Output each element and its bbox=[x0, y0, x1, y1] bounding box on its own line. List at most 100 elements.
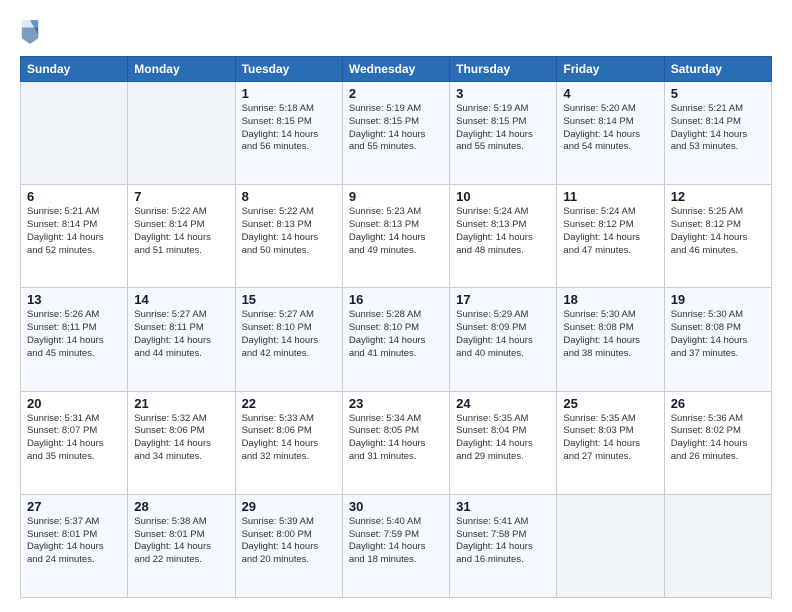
calendar-cell: 31 Sunrise: 5:41 AM Sunset: 7:58 PM Dayli… bbox=[450, 494, 557, 597]
weekday-header-friday: Friday bbox=[557, 57, 664, 82]
day-number: 24 bbox=[456, 396, 550, 411]
day-number: 5 bbox=[671, 86, 765, 101]
day-number: 9 bbox=[349, 189, 443, 204]
cell-info: Sunrise: 5:23 AM Sunset: 8:13 PM Dayligh… bbox=[349, 206, 443, 257]
calendar-cell bbox=[557, 494, 664, 597]
cell-info: Sunrise: 5:34 AM Sunset: 8:05 PM Dayligh… bbox=[349, 413, 443, 464]
calendar-cell: 10Sunrise: 5:24 AM Sunset: 8:13 PM Dayli… bbox=[450, 185, 557, 288]
cell-info: Sunrise: 5:21 AM Sunset: 8:14 PM Dayligh… bbox=[671, 103, 765, 154]
day-number: 22 bbox=[242, 396, 336, 411]
cell-info: Sunrise: 5:27 AM Sunset: 8:10 PM Dayligh… bbox=[242, 309, 336, 360]
day-number: 19 bbox=[671, 292, 765, 307]
cell-info: Sunrise: 5:39 AM Sunset: 8:00 PM Dayligh… bbox=[242, 516, 336, 567]
cell-info: Sunrise: 5:20 AM Sunset: 8:14 PM Dayligh… bbox=[563, 103, 657, 154]
calendar-cell: 25 Sunrise: 5:35 AM Sunset: 8:03 PM Dayli… bbox=[557, 391, 664, 494]
day-number: 27 bbox=[27, 499, 121, 514]
day-number: 3 bbox=[456, 86, 550, 101]
day-number: 31 bbox=[456, 499, 550, 514]
calendar-cell: 29 Sunrise: 5:39 AM Sunset: 8:00 PM Dayli… bbox=[235, 494, 342, 597]
day-number: 25 bbox=[563, 396, 657, 411]
cell-info: Sunrise: 5:41 AM Sunset: 7:58 PM Dayligh… bbox=[456, 516, 550, 567]
calendar-week-row: 20Sunrise: 5:31 AM Sunset: 8:07 PM Dayli… bbox=[21, 391, 772, 494]
calendar-cell: 3Sunrise: 5:19 AM Sunset: 8:15 PM Daylig… bbox=[450, 82, 557, 185]
cell-info: Sunrise: 5:22 AM Sunset: 8:14 PM Dayligh… bbox=[134, 206, 228, 257]
cell-info: Sunrise: 5:25 AM Sunset: 8:12 PM Dayligh… bbox=[671, 206, 765, 257]
day-number: 1 bbox=[242, 86, 336, 101]
day-number: 30 bbox=[349, 499, 443, 514]
calendar-cell bbox=[128, 82, 235, 185]
cell-info: Sunrise: 5:26 AM Sunset: 8:11 PM Dayligh… bbox=[27, 309, 121, 360]
cell-info: Sunrise: 5:37 AM Sunset: 8:01 PM Dayligh… bbox=[27, 516, 121, 567]
calendar-week-row: 13 Sunrise: 5:26 AM Sunset: 8:11 PM Dayli… bbox=[21, 288, 772, 391]
calendar-cell: 9 Sunrise: 5:23 AM Sunset: 8:13 PM Daylig… bbox=[342, 185, 449, 288]
weekday-header-thursday: Thursday bbox=[450, 57, 557, 82]
page: SundayMondayTuesdayWednesdayThursdayFrid… bbox=[0, 0, 792, 612]
weekday-header-tuesday: Tuesday bbox=[235, 57, 342, 82]
calendar-table: SundayMondayTuesdayWednesdayThursdayFrid… bbox=[20, 56, 772, 598]
calendar-cell: 14 Sunrise: 5:27 AM Sunset: 8:11 PM Dayli… bbox=[128, 288, 235, 391]
calendar-cell: 12 Sunrise: 5:25 AM Sunset: 8:12 PM Dayli… bbox=[664, 185, 771, 288]
calendar-cell: 6Sunrise: 5:21 AM Sunset: 8:14 PM Daylig… bbox=[21, 185, 128, 288]
calendar-cell: 17 Sunrise: 5:29 AM Sunset: 8:09 PM Dayli… bbox=[450, 288, 557, 391]
weekday-header-sunday: Sunday bbox=[21, 57, 128, 82]
calendar-cell: 16 Sunrise: 5:28 AM Sunset: 8:10 PM Dayli… bbox=[342, 288, 449, 391]
day-number: 11 bbox=[563, 189, 657, 204]
calendar-header-row: SundayMondayTuesdayWednesdayThursdayFrid… bbox=[21, 57, 772, 82]
calendar-cell: 24 Sunrise: 5:35 AM Sunset: 8:04 PM Dayli… bbox=[450, 391, 557, 494]
cell-info: Sunrise: 5:19 AM Sunset: 8:15 PM Dayligh… bbox=[349, 103, 443, 154]
calendar-cell: 27 Sunrise: 5:37 AM Sunset: 8:01 PM Dayli… bbox=[21, 494, 128, 597]
day-number: 23 bbox=[349, 396, 443, 411]
cell-info: Sunrise: 5:35 AM Sunset: 8:04 PM Dayligh… bbox=[456, 413, 550, 464]
calendar-cell bbox=[21, 82, 128, 185]
logo bbox=[20, 18, 44, 46]
cell-info: Sunrise: 5:24 AM Sunset: 8:12 PM Dayligh… bbox=[563, 206, 657, 257]
calendar-cell: 21 Sunrise: 5:32 AM Sunset: 8:06 PM Dayli… bbox=[128, 391, 235, 494]
calendar-cell: 26 Sunrise: 5:36 AM Sunset: 8:02 PM Dayli… bbox=[664, 391, 771, 494]
cell-info: Sunrise: 5:29 AM Sunset: 8:09 PM Dayligh… bbox=[456, 309, 550, 360]
day-number: 8 bbox=[242, 189, 336, 204]
day-number: 20 bbox=[27, 396, 121, 411]
calendar-cell: 20Sunrise: 5:31 AM Sunset: 8:07 PM Dayli… bbox=[21, 391, 128, 494]
day-number: 21 bbox=[134, 396, 228, 411]
day-number: 14 bbox=[134, 292, 228, 307]
day-number: 4 bbox=[563, 86, 657, 101]
cell-info: Sunrise: 5:33 AM Sunset: 8:06 PM Dayligh… bbox=[242, 413, 336, 464]
day-number: 28 bbox=[134, 499, 228, 514]
weekday-header-monday: Monday bbox=[128, 57, 235, 82]
day-number: 18 bbox=[563, 292, 657, 307]
cell-info: Sunrise: 5:35 AM Sunset: 8:03 PM Dayligh… bbox=[563, 413, 657, 464]
day-number: 10 bbox=[456, 189, 550, 204]
day-number: 16 bbox=[349, 292, 443, 307]
calendar-cell: 19 Sunrise: 5:30 AM Sunset: 8:08 PM Dayli… bbox=[664, 288, 771, 391]
day-number: 13 bbox=[27, 292, 121, 307]
cell-info: Sunrise: 5:18 AM Sunset: 8:15 PM Dayligh… bbox=[242, 103, 336, 154]
cell-info: Sunrise: 5:27 AM Sunset: 8:11 PM Dayligh… bbox=[134, 309, 228, 360]
calendar-cell: 1 Sunrise: 5:18 AM Sunset: 8:15 PM Daylig… bbox=[235, 82, 342, 185]
calendar-cell: 4 Sunrise: 5:20 AM Sunset: 8:14 PM Daylig… bbox=[557, 82, 664, 185]
calendar-week-row: 6Sunrise: 5:21 AM Sunset: 8:14 PM Daylig… bbox=[21, 185, 772, 288]
day-number: 6 bbox=[27, 189, 121, 204]
calendar-cell: 7Sunrise: 5:22 AM Sunset: 8:14 PM Daylig… bbox=[128, 185, 235, 288]
calendar-cell: 8 Sunrise: 5:22 AM Sunset: 8:13 PM Daylig… bbox=[235, 185, 342, 288]
day-number: 12 bbox=[671, 189, 765, 204]
day-number: 2 bbox=[349, 86, 443, 101]
weekday-header-wednesday: Wednesday bbox=[342, 57, 449, 82]
day-number: 17 bbox=[456, 292, 550, 307]
calendar-cell: 22 Sunrise: 5:33 AM Sunset: 8:06 PM Dayli… bbox=[235, 391, 342, 494]
calendar-cell: 13 Sunrise: 5:26 AM Sunset: 8:11 PM Dayli… bbox=[21, 288, 128, 391]
calendar-cell: 2 Sunrise: 5:19 AM Sunset: 8:15 PM Daylig… bbox=[342, 82, 449, 185]
cell-info: Sunrise: 5:36 AM Sunset: 8:02 PM Dayligh… bbox=[671, 413, 765, 464]
cell-info: Sunrise: 5:30 AM Sunset: 8:08 PM Dayligh… bbox=[563, 309, 657, 360]
calendar-cell: 18 Sunrise: 5:30 AM Sunset: 8:08 PM Dayli… bbox=[557, 288, 664, 391]
cell-info: Sunrise: 5:30 AM Sunset: 8:08 PM Dayligh… bbox=[671, 309, 765, 360]
weekday-header-saturday: Saturday bbox=[664, 57, 771, 82]
calendar-cell: 28Sunrise: 5:38 AM Sunset: 8:01 PM Dayli… bbox=[128, 494, 235, 597]
calendar-cell: 30Sunrise: 5:40 AM Sunset: 7:59 PM Dayli… bbox=[342, 494, 449, 597]
logo-icon bbox=[20, 18, 40, 46]
cell-info: Sunrise: 5:28 AM Sunset: 8:10 PM Dayligh… bbox=[349, 309, 443, 360]
day-number: 29 bbox=[242, 499, 336, 514]
day-number: 26 bbox=[671, 396, 765, 411]
cell-info: Sunrise: 5:22 AM Sunset: 8:13 PM Dayligh… bbox=[242, 206, 336, 257]
calendar-cell: 5 Sunrise: 5:21 AM Sunset: 8:14 PM Daylig… bbox=[664, 82, 771, 185]
cell-info: Sunrise: 5:32 AM Sunset: 8:06 PM Dayligh… bbox=[134, 413, 228, 464]
